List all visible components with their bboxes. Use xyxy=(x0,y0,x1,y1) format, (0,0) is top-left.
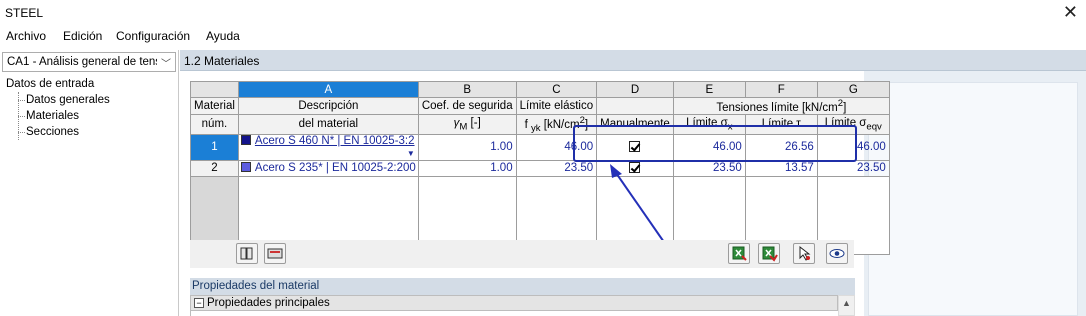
navigator-panel: CA1 - Análisis general de tensio ﹀ Datos… xyxy=(0,50,179,316)
menu-ayuda[interactable]: Ayuda xyxy=(206,29,240,43)
arrow-annotation xyxy=(610,164,667,246)
pointer-select-icon[interactable] xyxy=(793,243,815,264)
row-number[interactable]: 2 xyxy=(190,159,239,177)
column-header-d[interactable]: D xyxy=(596,81,674,98)
library-icon[interactable] xyxy=(236,243,258,264)
preview-area xyxy=(868,82,1078,316)
menu-configuracion[interactable]: Configuración xyxy=(116,29,190,43)
header-description: Descripción xyxy=(237,97,419,115)
header-limit-sx: Límite σx xyxy=(672,113,746,135)
arrow-head xyxy=(610,164,622,178)
collapse-icon[interactable]: − xyxy=(194,298,204,308)
properties-scrollbar[interactable]: ▲ xyxy=(838,295,855,316)
tree-item-materiales[interactable]: Materiales xyxy=(6,108,110,124)
material-description-cell[interactable]: Acero S 235* | EN 10025-2:200 xyxy=(237,159,419,177)
table-toolbar xyxy=(190,240,854,268)
material-description: Acero S 460 N* | EN 10025-3:2 xyxy=(254,134,415,147)
column-header-b[interactable]: B xyxy=(417,81,517,98)
header-limit-stresses: Tensiones límite [kN/cm2] xyxy=(672,97,890,115)
fyk-value[interactable]: 23.50 xyxy=(515,159,598,177)
materials-table: A B C D E F G Material Descripción Coef.… xyxy=(190,81,890,255)
title-bar: STEEL ✕ xyxy=(0,0,1086,26)
material-color-swatch xyxy=(240,135,251,145)
row-number[interactable]: 1 xyxy=(190,133,239,161)
arrow-line xyxy=(613,169,667,246)
dropdown-arrow-icon[interactable]: ▼ xyxy=(406,148,416,160)
column-header-e[interactable]: E xyxy=(672,81,746,98)
tree-root[interactable]: Datos de entrada xyxy=(6,76,110,92)
row-header-label: Material xyxy=(190,97,239,115)
column-header-c[interactable]: C xyxy=(515,81,598,98)
properties-header: Propiedades del material xyxy=(190,278,855,295)
tree-item-datos-generales[interactable]: Datos generales xyxy=(6,92,110,108)
material-description-cell[interactable]: Acero S 460 N* | EN 10025-3:2 ▼ xyxy=(237,133,419,161)
column-header-a[interactable]: A xyxy=(237,81,419,98)
header-yield-strength: Límite elástico xyxy=(515,97,598,115)
chevron-down-icon[interactable]: ﹀ xyxy=(161,55,171,70)
import-icon[interactable] xyxy=(264,243,286,264)
limit-tau-value[interactable]: 13.57 xyxy=(744,159,818,177)
limit-sx-value[interactable]: 23.50 xyxy=(672,159,746,177)
section-header: 1.2 Materiales xyxy=(180,50,1086,71)
close-icon[interactable]: ✕ xyxy=(1063,2,1078,23)
properties-group-label: Propiedades principales xyxy=(207,297,330,309)
section-title: 1.2 Materiales xyxy=(184,54,260,68)
view-icon[interactable] xyxy=(826,243,848,264)
properties-group-row[interactable]: − Propiedades principales xyxy=(190,295,838,311)
limit-seqv-value[interactable]: 46.00 xyxy=(816,133,890,161)
load-case-dropdown[interactable]: CA1 - Análisis general de tensio ﹀ xyxy=(2,52,176,72)
header-fyk: f yk [kN/cm2] xyxy=(515,113,598,135)
excel-export-icon[interactable] xyxy=(728,243,750,264)
column-header-g[interactable]: G xyxy=(816,81,890,98)
header-gamma: γM [-] xyxy=(417,113,517,135)
menu-archivo[interactable]: Archivo xyxy=(6,29,46,43)
material-color-swatch xyxy=(240,162,251,173)
gamma-value[interactable]: 1.00 xyxy=(417,133,517,161)
menu-bar: Archivo Edición Configuración Ayuda xyxy=(0,26,1086,48)
gamma-value[interactable]: 1.00 xyxy=(417,159,517,177)
excel-import-icon[interactable] xyxy=(758,243,780,264)
header-limit-seqv: Límite σeqv xyxy=(816,113,890,135)
tree-item-secciones[interactable]: Secciones xyxy=(6,124,110,140)
table-row: 2 Acero S 235* | EN 10025-2:200 1.00 23.… xyxy=(190,159,890,177)
material-description: Acero S 235* | EN 10025-2:200 xyxy=(254,162,416,175)
scroll-up-icon[interactable]: ▲ xyxy=(842,298,851,308)
column-header-f[interactable]: F xyxy=(744,81,818,98)
header-manual: Manualmente xyxy=(596,113,674,135)
window-title: STEEL xyxy=(5,6,44,20)
fyk-value[interactable]: 46.00 xyxy=(515,133,598,161)
limit-tau-value[interactable]: 26.56 xyxy=(744,133,818,161)
table-row: 1 Acero S 460 N* | EN 10025-3:2 ▼ 1.00 46… xyxy=(190,133,890,161)
row-header-num: núm. xyxy=(190,113,239,135)
manual-checkbox[interactable] xyxy=(629,140,641,152)
navigator-tree: Datos de entrada Datos generales Materia… xyxy=(6,76,110,140)
limit-seqv-value[interactable]: 23.50 xyxy=(816,159,890,177)
header-limit-tau: Límite τ xyxy=(744,113,818,135)
menu-edicion[interactable]: Edición xyxy=(63,29,102,43)
header-safety-factor: Coef. de segurida xyxy=(417,97,517,115)
header-description-2: del material xyxy=(237,113,419,135)
load-case-value: CA1 - Análisis general de tensio xyxy=(7,56,157,68)
limit-sx-value[interactable]: 46.00 xyxy=(672,133,746,161)
properties-title: Propiedades del material xyxy=(192,280,320,292)
